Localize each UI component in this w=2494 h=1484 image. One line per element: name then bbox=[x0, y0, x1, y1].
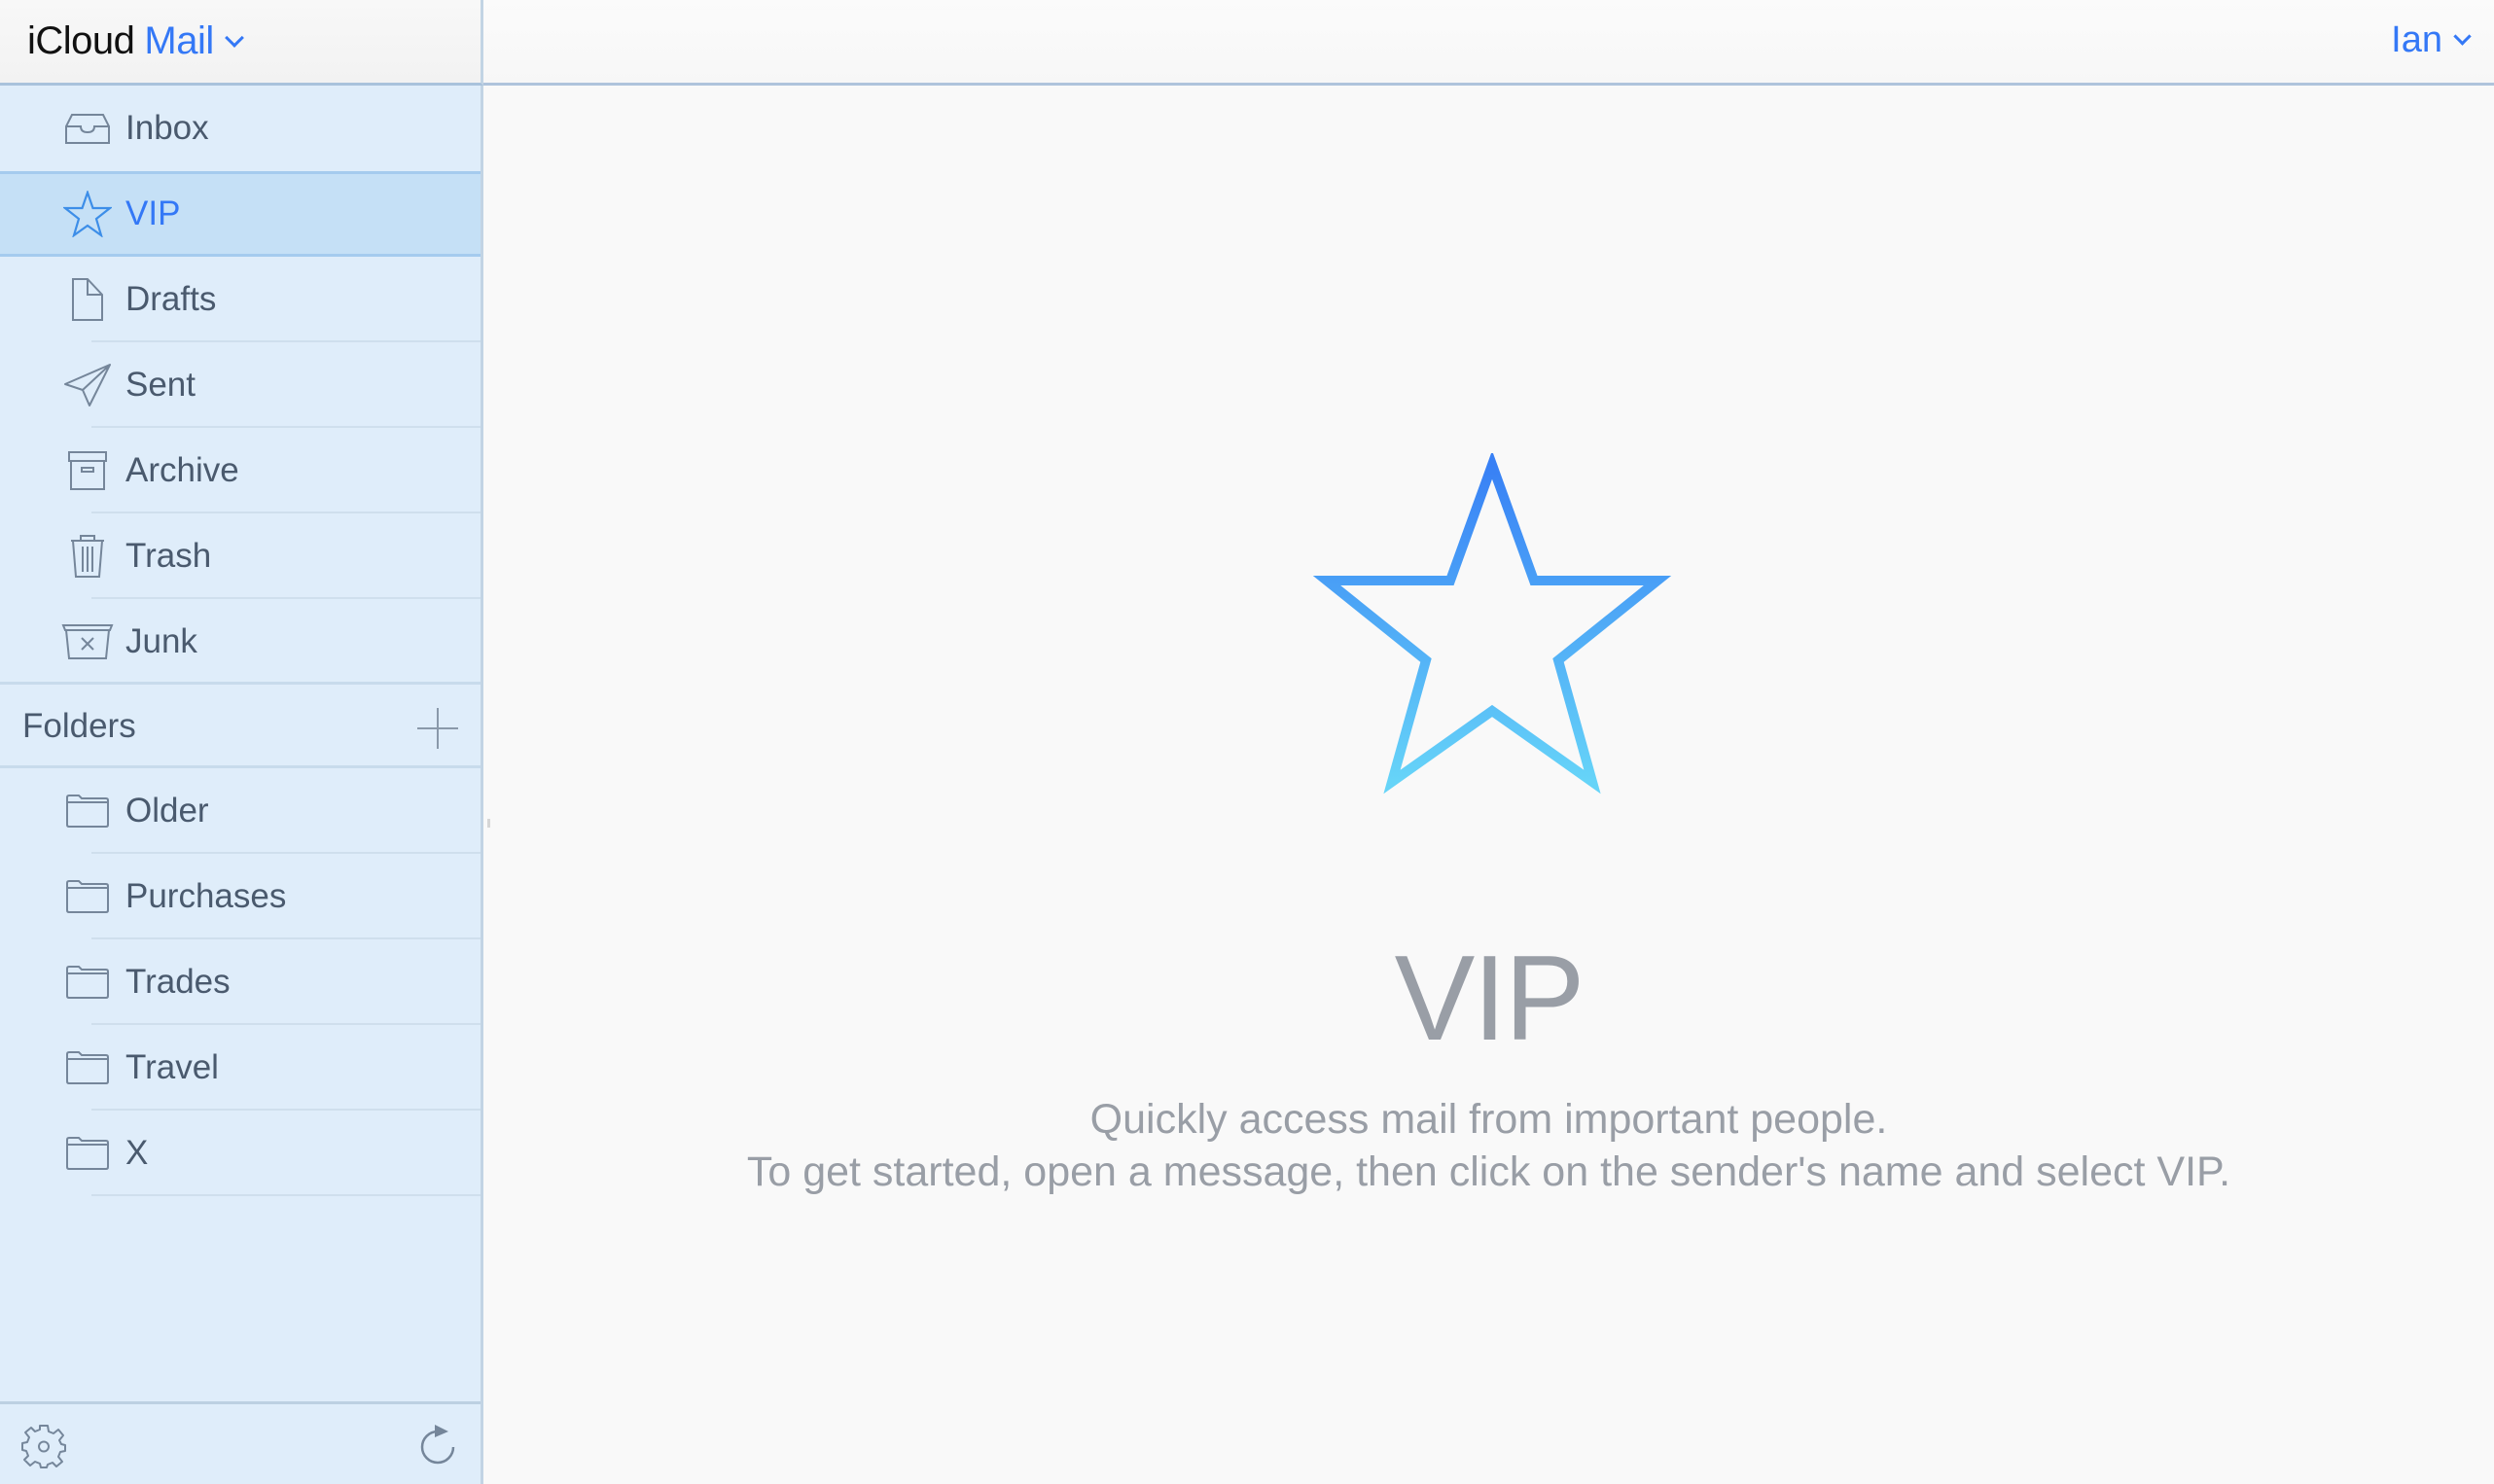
sidebar-item-label: Junk bbox=[125, 622, 197, 660]
sidebar-item-label: Archive bbox=[125, 451, 239, 489]
empty-state-title: VIP bbox=[1394, 932, 1585, 1066]
sidebar-item-label: VIP bbox=[125, 194, 181, 232]
sidebar-header: iCloud Mail bbox=[0, 0, 483, 86]
chevron-down-icon bbox=[2453, 27, 2472, 46]
document-icon bbox=[49, 277, 126, 322]
settings-button[interactable] bbox=[21, 1424, 66, 1468]
folders-section-header: Folders bbox=[0, 685, 481, 768]
sidebar-item-label: Older bbox=[125, 792, 209, 830]
folder-icon bbox=[49, 965, 126, 1000]
vip-empty-state: VIP Quickly access mail from important p… bbox=[483, 86, 2494, 1484]
folder-icon bbox=[49, 794, 126, 829]
sidebar-item-label: Inbox bbox=[125, 109, 209, 147]
app-name: iCloud bbox=[27, 19, 135, 62]
sidebar-item-archive[interactable]: Archive bbox=[0, 428, 481, 513]
sidebar: Inbox VIP Drafts Sent Archive Trash Junk… bbox=[0, 86, 483, 1484]
folder-icon bbox=[49, 879, 126, 914]
sidebar-item-label: Sent bbox=[125, 366, 196, 404]
sidebar-footer bbox=[0, 1401, 481, 1484]
archive-box-icon bbox=[49, 450, 126, 491]
sidebar-item-label: Trades bbox=[125, 963, 231, 1001]
star-icon bbox=[49, 191, 126, 237]
sidebar-item-vip[interactable]: VIP bbox=[0, 171, 481, 257]
star-icon bbox=[1312, 453, 1672, 795]
sidebar-item-label: Travel bbox=[125, 1048, 219, 1086]
user-menu[interactable]: Ian bbox=[2391, 19, 2472, 61]
sidebar-item-trash[interactable]: Trash bbox=[0, 513, 481, 599]
empty-state-description: Quickly access mail from important peopl… bbox=[483, 1093, 2494, 1198]
chevron-down-icon bbox=[224, 27, 244, 48]
gear-icon bbox=[21, 1425, 66, 1468]
sidebar-folder-older[interactable]: Older bbox=[0, 768, 481, 854]
sidebar-item-drafts[interactable]: Drafts bbox=[0, 257, 481, 342]
sidebar-folder-trades[interactable]: Trades bbox=[0, 939, 481, 1025]
sidebar-folder-travel[interactable]: Travel bbox=[0, 1025, 481, 1111]
sidebar-item-sent[interactable]: Sent bbox=[0, 342, 481, 428]
sidebar-folder-x[interactable]: X bbox=[0, 1111, 481, 1196]
sidebar-item-junk[interactable]: Junk bbox=[0, 599, 481, 685]
sidebar-item-inbox[interactable]: Inbox bbox=[0, 86, 481, 171]
paper-plane-icon bbox=[49, 363, 126, 407]
user-name: Ian bbox=[2391, 19, 2442, 60]
empty-state-line-1: Quickly access mail from important peopl… bbox=[1089, 1096, 1888, 1143]
empty-state-line-2: To get started, open a message, then cli… bbox=[746, 1148, 2231, 1195]
junk-bin-icon bbox=[49, 623, 126, 660]
add-folder-button[interactable] bbox=[416, 707, 459, 750]
sidebar-item-label: X bbox=[125, 1134, 149, 1172]
refresh-icon bbox=[420, 1425, 455, 1465]
trash-icon bbox=[49, 533, 126, 580]
folder-icon bbox=[49, 1136, 126, 1171]
folders-title: Folders bbox=[22, 707, 136, 745]
sidebar-item-label: Purchases bbox=[125, 877, 287, 915]
refresh-button[interactable] bbox=[418, 1424, 457, 1465]
app-switcher[interactable]: iCloud Mail bbox=[27, 19, 244, 63]
sidebar-item-label: Drafts bbox=[125, 280, 217, 318]
sidebar-item-label: Trash bbox=[125, 537, 212, 575]
folder-icon bbox=[49, 1050, 126, 1085]
main-header: Ian bbox=[483, 0, 2494, 86]
app-section: Mail bbox=[144, 19, 214, 62]
inbox-tray-icon bbox=[49, 113, 126, 144]
sidebar-folder-purchases[interactable]: Purchases bbox=[0, 854, 481, 939]
plus-icon bbox=[417, 708, 458, 749]
